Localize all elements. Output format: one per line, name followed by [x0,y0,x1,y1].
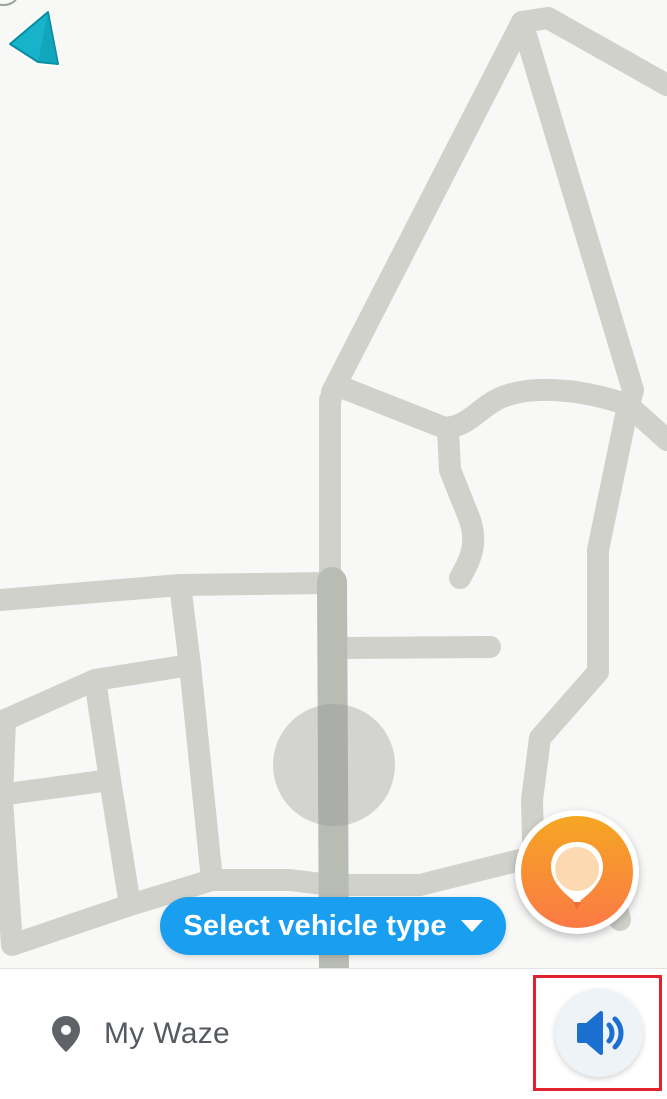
select-vehicle-type-button[interactable]: Select vehicle type [160,897,506,955]
road-segment [0,572,341,611]
road-segment [329,636,501,659]
waze-app: Select vehicle type My Waze [0,0,667,1099]
map-view[interactable]: Select vehicle type [0,0,667,968]
road-segment [319,374,347,601]
report-pin-icon [551,842,603,910]
road-segment [169,574,223,891]
navigation-arrow-icon[interactable] [0,0,80,80]
sound-button[interactable] [555,989,643,1077]
report-button[interactable] [515,810,639,934]
caret-down-icon [460,920,483,932]
speaker-icon [577,1011,624,1055]
road-segment [201,869,341,896]
my-waze-button[interactable]: My Waze [48,999,230,1069]
location-pin-icon [52,1016,80,1052]
bottom-bar: My Waze [0,968,667,1099]
road-segment [521,379,644,851]
my-waze-label: My Waze [104,1017,230,1050]
road-segment [511,11,644,401]
select-vehicle-type-label: Select vehicle type [183,909,447,942]
position-accuracy-halo [273,704,395,826]
road-segment [437,419,485,589]
road-segment [0,769,121,806]
